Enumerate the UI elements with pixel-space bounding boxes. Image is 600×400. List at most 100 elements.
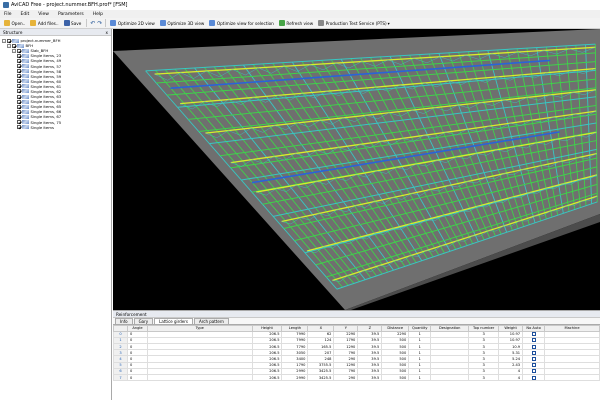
- tab-info[interactable]: Info: [115, 318, 133, 324]
- menu-parameters[interactable]: Parameters: [58, 12, 84, 17]
- expand-icon[interactable]: -: [7, 43, 11, 48]
- no-auto-checkbox[interactable]: [531, 332, 536, 337]
- tree-checkbox[interactable]: [17, 48, 21, 53]
- column-header[interactable]: Top number: [468, 325, 500, 332]
- tree-checkbox[interactable]: [17, 53, 21, 58]
- expand-icon[interactable]: -: [12, 48, 16, 53]
- reinforcement-header: Reinforcement: [113, 311, 600, 318]
- tree-checkbox[interactable]: [17, 109, 21, 114]
- 3d-scene[interactable]: [113, 29, 600, 310]
- menu-edit[interactable]: Edit: [21, 12, 30, 17]
- tree-checkbox[interactable]: [17, 99, 21, 104]
- tree-checkbox[interactable]: [17, 114, 21, 119]
- tab-lattice-girders[interactable]: Lattice girders: [154, 318, 193, 324]
- toolbar-separator: [86, 19, 88, 27]
- tab-gary[interactable]: Gary: [133, 318, 154, 324]
- table-cell: 290: [333, 373, 359, 382]
- no-auto-checkbox[interactable]: [531, 350, 536, 355]
- toolbar-separator: [105, 19, 107, 27]
- zoom-selection-icon: [209, 20, 216, 26]
- refresh-button[interactable]: Refresh view: [277, 19, 315, 28]
- no-auto-checkbox[interactable]: [531, 338, 536, 343]
- add-files-button[interactable]: Add files..: [28, 19, 60, 28]
- optimize-3d-button[interactable]: Optimize 3D view: [158, 19, 206, 28]
- reinforcement-panel: Reinforcement Info Gary Lattice girders Arc…: [113, 310, 600, 400]
- structure-header: Structure x: [0, 29, 111, 36]
- menu-help[interactable]: Help: [93, 12, 103, 17]
- column-header[interactable]: Quantity: [408, 325, 432, 332]
- optimize-2d-button[interactable]: Optimize 2D view: [108, 19, 156, 28]
- tree-checkbox[interactable]: [17, 89, 21, 94]
- mesh-icon: [22, 79, 29, 84]
- tree-checkbox[interactable]: [17, 58, 21, 63]
- undo-icon[interactable]: ↶: [90, 20, 95, 27]
- menu-file[interactable]: File: [4, 12, 12, 17]
- window-title: AviCAD Free - project.nummer.BFH.prof* […: [11, 2, 128, 8]
- chevron-down-icon: ▾: [387, 20, 390, 26]
- table-cell: 4: [498, 373, 524, 382]
- table-cell: [146, 373, 253, 382]
- optimize-selection-button[interactable]: Optimize view for selection: [207, 19, 276, 28]
- app-icon: [3, 2, 9, 8]
- table-cell: [430, 373, 470, 382]
- menu-bar: File Edit View Parameters Help: [0, 10, 600, 18]
- 3d-viewport[interactable]: [113, 29, 600, 310]
- save-button[interactable]: Save: [62, 19, 84, 28]
- no-auto-checkbox[interactable]: [531, 356, 536, 361]
- tree-checkbox[interactable]: [17, 104, 21, 109]
- mesh-icon: [17, 43, 24, 48]
- mesh-icon: [22, 84, 29, 89]
- no-auto-checkbox[interactable]: [531, 375, 536, 380]
- tree-checkbox[interactable]: [12, 43, 16, 48]
- mesh-icon: [12, 38, 19, 43]
- tree-checkbox[interactable]: [7, 38, 11, 43]
- table-cell: 500: [381, 373, 410, 382]
- row-number: 7: [113, 373, 128, 382]
- toolbar: Open.. Add files.. Save ↶ ↷ Optimize 2D …: [0, 18, 600, 29]
- tree-checkbox[interactable]: [17, 74, 21, 79]
- table-cell: 3425.5: [307, 373, 335, 382]
- title-bar: AviCAD Free - project.nummer.BFH.prof* […: [0, 0, 600, 10]
- table-row[interactable]: 7 0 206.5 2990 3425.5 290 39.5 500 1 3 4: [113, 373, 600, 382]
- table-cell: 206.5: [251, 373, 283, 382]
- mesh-icon: [22, 64, 29, 69]
- no-auto-checkbox[interactable]: [531, 363, 536, 368]
- mesh-icon: [22, 74, 29, 79]
- table-cell: [522, 373, 546, 382]
- tree-checkbox[interactable]: [17, 120, 21, 125]
- mesh-icon: [22, 125, 29, 130]
- mesh-icon: [22, 99, 29, 104]
- tree-checkbox[interactable]: [17, 69, 21, 74]
- table-cell: [544, 373, 600, 382]
- structure-tree: - project.nummer_BFH - BFH - Slab_BFH Single i…: [0, 36, 111, 130]
- open-button[interactable]: Open..: [2, 19, 27, 28]
- table-cell: 2990: [281, 373, 309, 382]
- mesh-icon: [22, 48, 29, 53]
- table-cell: 3: [468, 373, 500, 382]
- expand-icon[interactable]: -: [2, 38, 6, 43]
- mesh-icon: [22, 114, 29, 119]
- tree-checkbox[interactable]: [17, 84, 21, 89]
- reinforcement-table: Angle Type Height Length X Y Z Distance Quantity…: [113, 325, 600, 382]
- structure-title: Structure: [3, 29, 23, 35]
- menu-view[interactable]: View: [38, 12, 49, 17]
- reinforcement-title: Reinforcement: [116, 311, 147, 317]
- mesh-icon: [22, 120, 29, 125]
- folder-icon: [4, 20, 10, 26]
- add-folder-icon: [30, 20, 37, 26]
- no-auto-checkbox[interactable]: [531, 369, 536, 374]
- mesh-icon: [22, 69, 29, 74]
- tree-checkbox[interactable]: [17, 79, 21, 84]
- tree-checkbox[interactable]: [17, 64, 21, 69]
- no-auto-checkbox[interactable]: [531, 344, 536, 349]
- tree-checkbox[interactable]: [17, 94, 21, 99]
- redo-icon[interactable]: ↷: [97, 20, 102, 27]
- tree-checkbox[interactable]: [17, 125, 21, 130]
- tree-node[interactable]: Single items: [2, 125, 111, 130]
- production-button[interactable]: Production Test Service (PTS) ▾: [316, 19, 392, 28]
- save-icon: [63, 20, 70, 26]
- close-icon[interactable]: x: [106, 30, 108, 35]
- mesh-icon: [22, 94, 29, 99]
- tab-arch-pattern[interactable]: Arch pattern: [193, 318, 229, 324]
- tree-node-label: Single items: [30, 124, 54, 130]
